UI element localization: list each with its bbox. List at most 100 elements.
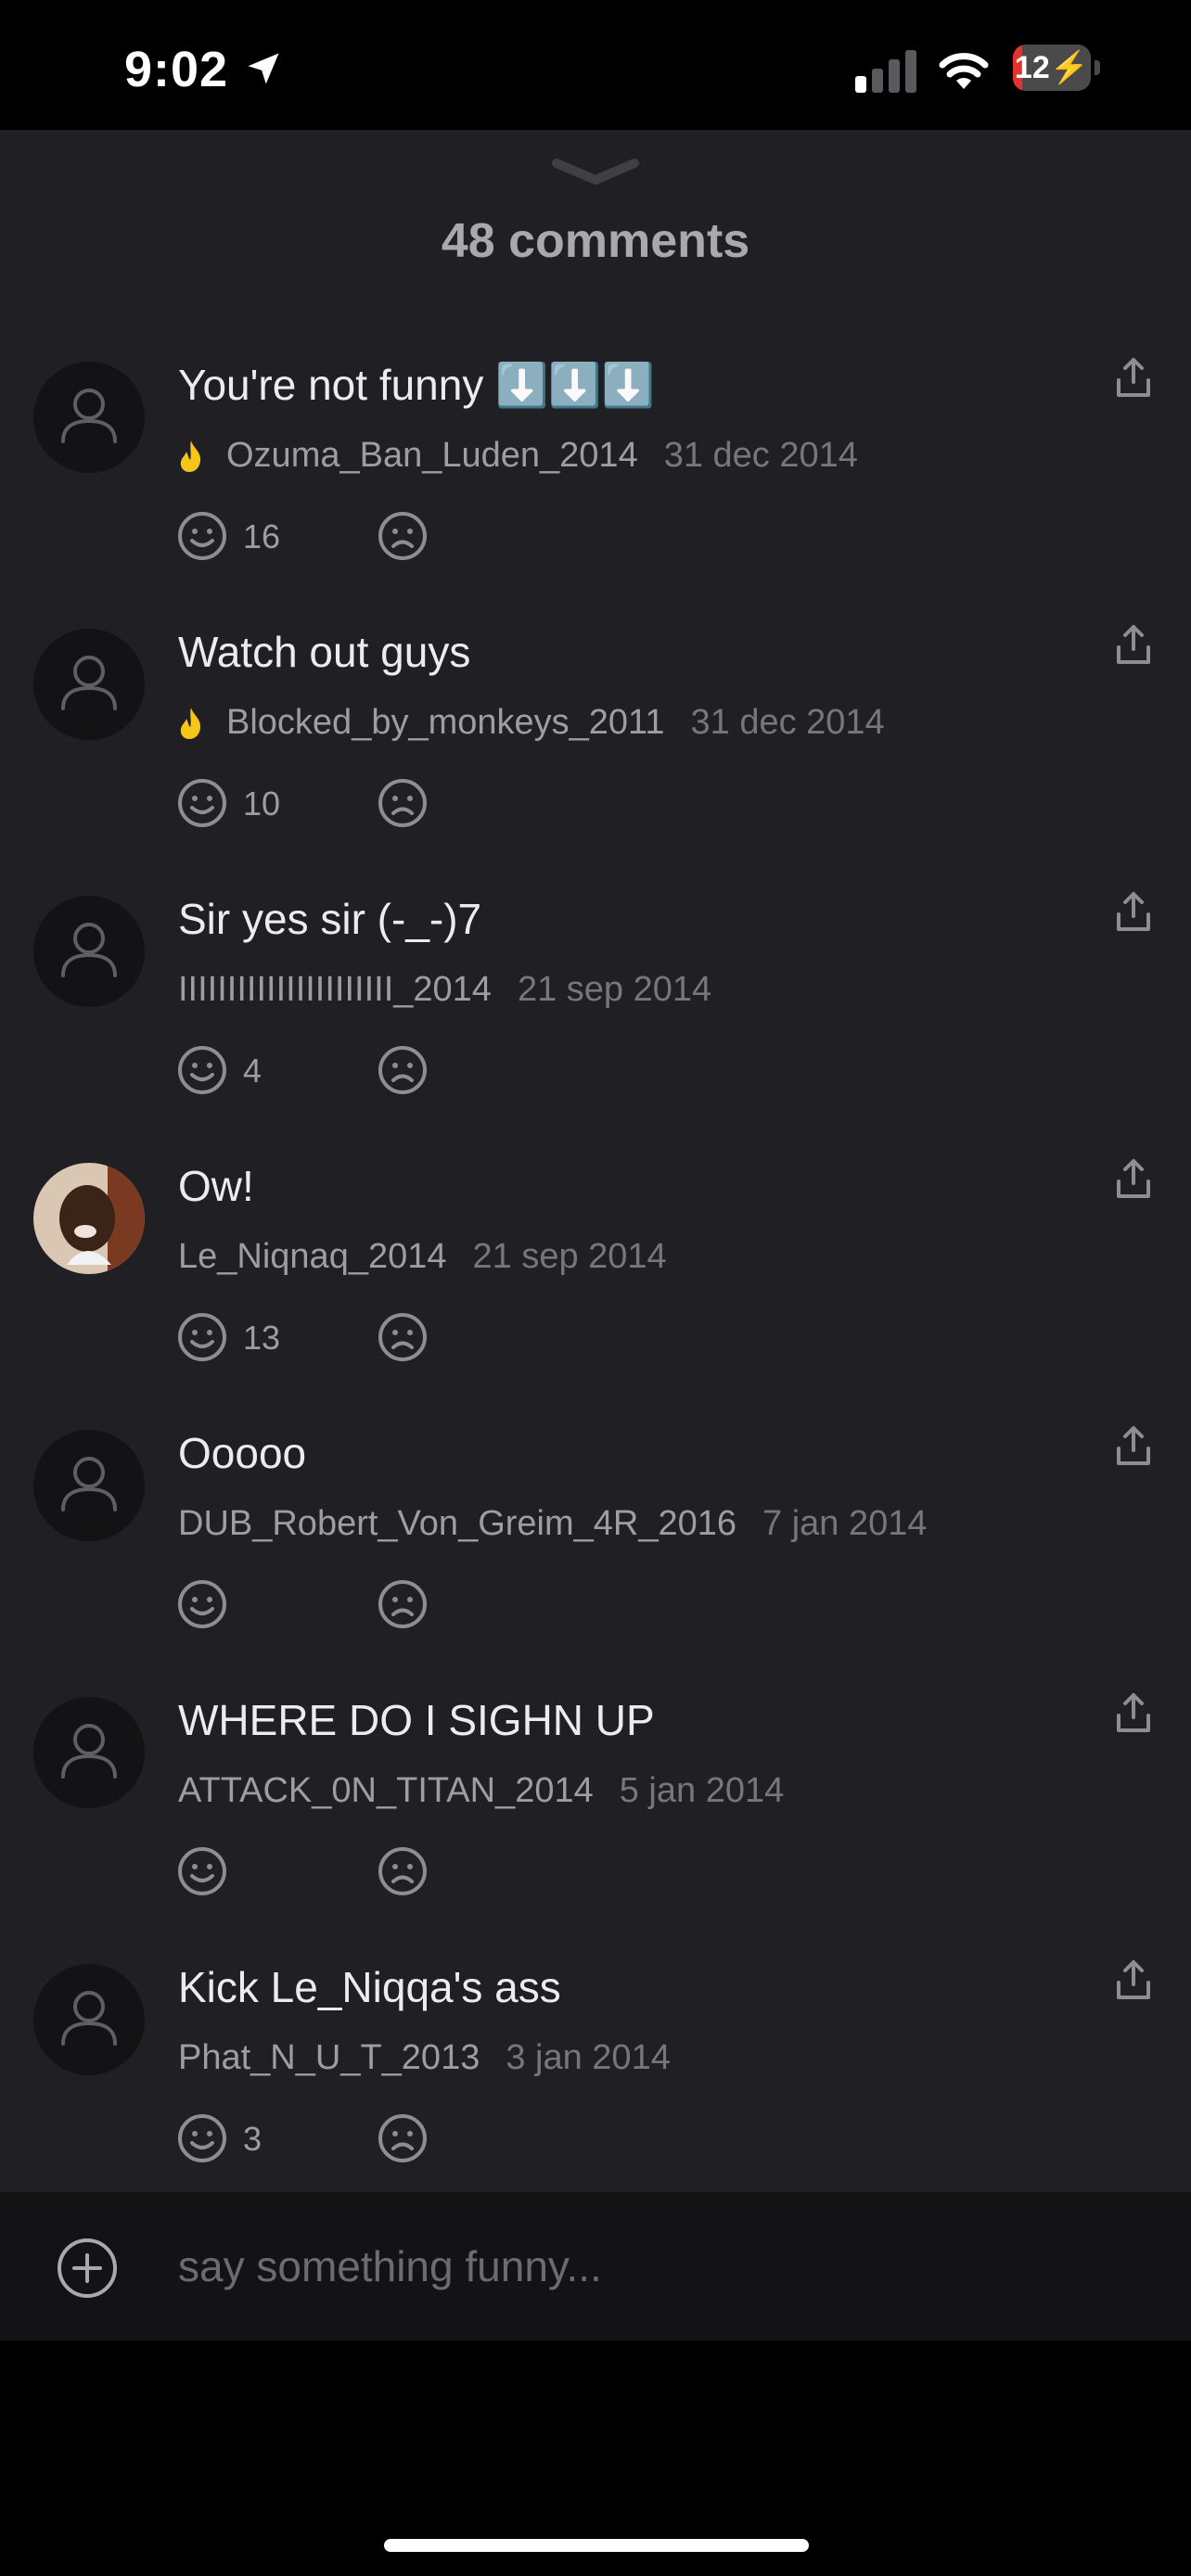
comment-date: 3 jan 2014	[506, 2038, 671, 2077]
comment-author[interactable]: Blocked_by_monkeys_2011	[226, 703, 665, 743]
comment-text: Ooooo	[178, 1429, 307, 1477]
comment-item: Ooooo DUB_Robert_Von_Greim_4R_2016 7 jan…	[0, 1411, 1191, 1678]
comment-date: 21 sep 2014	[472, 1237, 667, 1276]
avatar[interactable]	[33, 362, 145, 473]
person-icon	[61, 656, 117, 710]
avatar[interactable]	[33, 1697, 145, 1808]
flame-icon	[180, 707, 201, 739]
wifi-icon	[939, 53, 989, 89]
share-icon[interactable]	[1115, 623, 1152, 666]
like-count: 4	[243, 1052, 263, 1090]
comment-author[interactable]: Le_Niqnaq_2014	[178, 1237, 447, 1277]
home-indicator[interactable]	[384, 2539, 809, 2552]
frown-icon[interactable]	[377, 510, 429, 562]
person-icon	[61, 389, 117, 443]
comment-meta: ATTACK_0N_TITAN_2014 5 jan 2014	[178, 1771, 784, 1811]
comment-date: 21 sep 2014	[517, 970, 712, 1009]
smile-icon[interactable]	[176, 1044, 228, 1096]
person-icon	[61, 1724, 117, 1779]
battery-nub	[1095, 60, 1100, 75]
smile-icon[interactable]	[176, 1311, 228, 1363]
avatar[interactable]	[33, 1430, 145, 1541]
comment-meta: Ozuma_Ban_Luden_2014 31 dec 2014	[178, 436, 858, 476]
reaction-bar: 10	[176, 777, 455, 833]
comment-date: 5 jan 2014	[619, 1771, 785, 1810]
comment-input[interactable]	[178, 2229, 1143, 2303]
comment-meta: Phat_N_U_T_2013 3 jan 2014	[178, 2038, 671, 2078]
charging-bolt-icon: ⚡	[1049, 50, 1090, 85]
battery-percent: 12	[1014, 50, 1050, 85]
like-count: 16	[243, 517, 281, 555]
person-icon	[61, 923, 117, 977]
frown-icon[interactable]	[377, 777, 429, 829]
avatar[interactable]	[33, 1163, 145, 1274]
comment-text: You're not funny ⬇️⬇️⬇️	[178, 361, 655, 409]
share-icon[interactable]	[1115, 1424, 1152, 1467]
smile-icon[interactable]	[176, 777, 228, 829]
frown-icon[interactable]	[377, 2112, 429, 2164]
comment-date: 7 jan 2014	[762, 1504, 928, 1543]
sheet-title: 48 comments	[441, 214, 750, 268]
share-icon[interactable]	[1115, 1157, 1152, 1200]
comment-item: WHERE DO I SIGHN UP ATTACK_0N_TITAN_2014…	[0, 1678, 1191, 1945]
comment-meta: DUB_Robert_Von_Greim_4R_2016 7 jan 2014	[178, 1504, 928, 1544]
battery-body: 12⚡	[1013, 45, 1091, 91]
comment-item: Sir yes sir (-_-)7 IIIIIIIIIIIIIIIIIIIII…	[0, 877, 1191, 1144]
reaction-bar: 13	[176, 1311, 455, 1367]
comment-item: Kick Le_Niqqa's ass Phat_N_U_T_2013 3 ja…	[0, 1945, 1191, 2213]
comment-date: 31 dec 2014	[690, 703, 885, 742]
comment-author[interactable]: ATTACK_0N_TITAN_2014	[178, 1771, 594, 1811]
frown-icon[interactable]	[377, 1044, 429, 1096]
comment-text: Ow!	[178, 1162, 254, 1210]
battery-indicator: 12⚡	[1013, 45, 1102, 91]
status-bar: 9:02 12⚡	[0, 0, 1191, 130]
status-time: 9:02	[124, 42, 229, 97]
share-icon[interactable]	[1115, 890, 1152, 933]
cellular-signal-icon	[855, 50, 916, 93]
avatar[interactable]	[33, 629, 145, 740]
comment-meta: Blocked_by_monkeys_2011 31 dec 2014	[178, 703, 885, 743]
like-count: 10	[243, 784, 281, 823]
person-icon	[61, 1991, 117, 2046]
location-arrow-icon	[248, 53, 279, 84]
smile-icon[interactable]	[176, 1845, 228, 1897]
smile-icon[interactable]	[176, 510, 228, 562]
smile-icon[interactable]	[176, 2112, 228, 2164]
reaction-bar: 16	[176, 510, 455, 566]
person-icon	[61, 1457, 117, 1511]
like-count: 3	[243, 2120, 263, 2158]
comment-author[interactable]: DUB_Robert_Von_Greim_4R_2016	[178, 1504, 736, 1544]
profile-photo	[33, 1163, 145, 1274]
comment-item: Ow! Le_Niqnaq_2014 21 sep 2014 13	[0, 1144, 1191, 1411]
frown-icon[interactable]	[377, 1578, 429, 1630]
reaction-bar: 3	[176, 2112, 455, 2168]
comment-date: 31 dec 2014	[663, 436, 858, 475]
comment-text: WHERE DO I SIGHN UP	[178, 1696, 655, 1744]
comment-author[interactable]: IIIIIIIIIIIIIIIIIIIIII_2014	[178, 970, 492, 1010]
reaction-bar	[176, 1845, 455, 1901]
share-icon[interactable]	[1115, 356, 1152, 399]
like-count: 13	[243, 1319, 281, 1357]
comment-text: Sir yes sir (-_-)7	[178, 895, 482, 943]
comment-author[interactable]: Ozuma_Ban_Luden_2014	[226, 436, 638, 476]
comment-text: Watch out guys	[178, 628, 471, 676]
avatar[interactable]	[33, 896, 145, 1007]
comment-meta: Le_Niqnaq_2014 21 sep 2014	[178, 1237, 667, 1277]
smile-icon[interactable]	[176, 1578, 228, 1630]
frown-icon[interactable]	[377, 1311, 429, 1363]
reaction-bar	[176, 1578, 455, 1634]
battery-label: 12⚡	[1013, 45, 1091, 91]
reaction-bar: 4	[176, 1044, 455, 1100]
chevron-down-icon[interactable]	[551, 156, 640, 187]
share-icon[interactable]	[1115, 1958, 1152, 2001]
flame-icon	[180, 440, 201, 472]
frown-icon[interactable]	[377, 1845, 429, 1897]
add-attachment-icon[interactable]	[56, 2237, 119, 2300]
comment-item: You're not funny ⬇️⬇️⬇️ Ozuma_Ban_Luden_…	[0, 343, 1191, 610]
comment-author[interactable]: Phat_N_U_T_2013	[178, 2038, 480, 2078]
comment-meta: IIIIIIIIIIIIIIIIIIIIII_2014 21 sep 2014	[178, 970, 711, 1010]
comment-composer	[0, 2192, 1191, 2340]
share-icon[interactable]	[1115, 1691, 1152, 1734]
avatar[interactable]	[33, 1964, 145, 2075]
comment-item: Watch out guys Blocked_by_monkeys_2011 3…	[0, 610, 1191, 877]
